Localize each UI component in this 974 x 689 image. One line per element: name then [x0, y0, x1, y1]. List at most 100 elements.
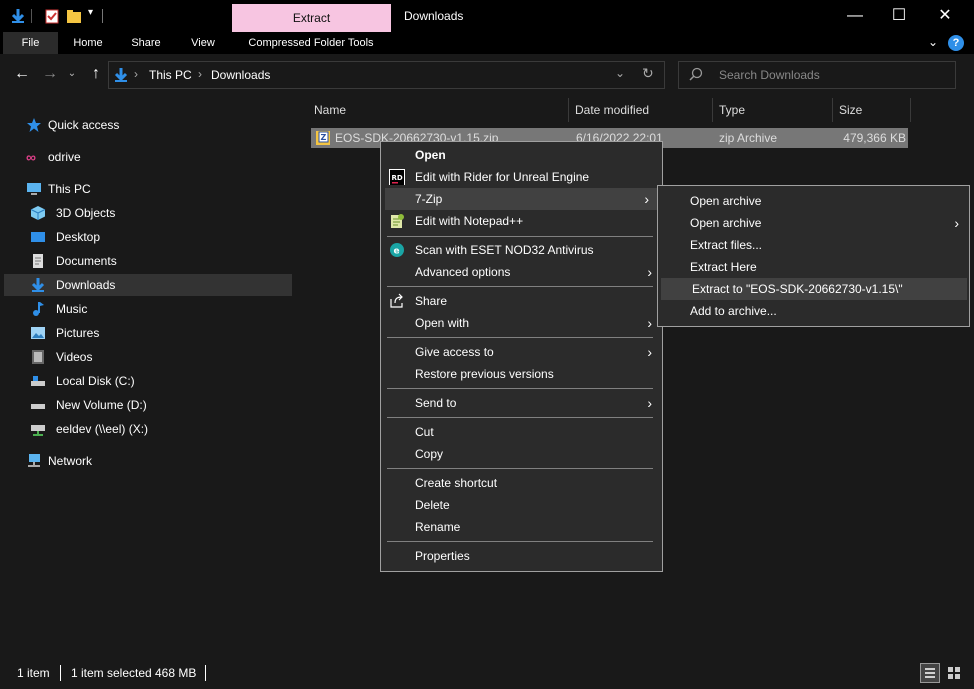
- column-separator[interactable]: [568, 98, 569, 122]
- address-dropdown-icon[interactable]: ⌄: [615, 66, 625, 80]
- properties-icon[interactable]: [44, 8, 60, 24]
- sidebar-item-downloads[interactable]: Downloads: [4, 274, 292, 296]
- breadcrumb-downloads[interactable]: Downloads: [211, 68, 270, 82]
- help-icon[interactable]: ?: [948, 35, 964, 51]
- menu-separator: [387, 417, 653, 418]
- pictures-icon: [30, 325, 46, 341]
- sidebar-item-music[interactable]: Music: [4, 298, 292, 320]
- sidebar-item-local-disk-c[interactable]: Local Disk (C:): [4, 370, 292, 392]
- status-divider: [60, 665, 61, 681]
- menu-item-give-access[interactable]: Give access to ›: [381, 341, 662, 363]
- column-separator[interactable]: [832, 98, 833, 122]
- status-item-count: 1 item: [17, 666, 50, 680]
- menu-item-share[interactable]: Share: [381, 290, 662, 312]
- sidebar-item-network[interactable]: Network: [4, 450, 292, 472]
- back-arrow-icon[interactable]: ←: [12, 64, 32, 84]
- submenu-item-extract-files[interactable]: Extract files...: [658, 234, 969, 256]
- chevron-right-icon: ›: [644, 191, 649, 207]
- column-header-size[interactable]: Size: [839, 100, 862, 120]
- submenu-item-open-archive[interactable]: Open archive: [658, 190, 969, 212]
- tab-view[interactable]: View: [180, 32, 226, 54]
- search-input[interactable]: Search Downloads: [678, 61, 956, 89]
- column-header-date[interactable]: Date modified: [575, 100, 649, 120]
- status-selected: 1 item selected: [71, 666, 152, 680]
- menu-item-edit-with-notepad[interactable]: Edit with Notepad++: [381, 210, 662, 232]
- menu-item-rename[interactable]: Rename: [381, 516, 662, 538]
- details-view-icon[interactable]: [920, 663, 940, 683]
- menu-item-open-with[interactable]: Open with ›: [381, 312, 662, 334]
- menu-item-properties[interactable]: Properties: [381, 545, 662, 567]
- desktop-icon: [30, 229, 46, 245]
- expand-ribbon-icon[interactable]: ⌄: [928, 35, 938, 49]
- downloads-arrow-icon[interactable]: [10, 8, 26, 24]
- status-divider: [205, 665, 206, 681]
- downloads-icon: [113, 67, 129, 83]
- refresh-icon[interactable]: ↻: [642, 65, 654, 82]
- odrive-icon: ∞: [26, 149, 36, 165]
- menu-item-delete[interactable]: Delete: [381, 494, 662, 516]
- address-bar[interactable]: › This PC › Downloads ⌄ ↻: [108, 61, 665, 89]
- submenu-item-add-to-archive[interactable]: Add to archive...: [658, 300, 969, 322]
- qat-divider: [31, 9, 32, 23]
- context-menu: Open RD Edit with Rider for Unreal Engin…: [380, 141, 663, 572]
- menu-item-7zip[interactable]: 7-Zip ›: [385, 188, 659, 210]
- svg-text:Z: Z: [321, 133, 327, 142]
- large-icons-view-icon[interactable]: [944, 663, 964, 683]
- network-drive-icon: [30, 421, 46, 437]
- sidebar-item-3d-objects[interactable]: 3D Objects: [4, 202, 292, 224]
- column-separator[interactable]: [712, 98, 713, 122]
- qat-customize-icon[interactable]: ▾: [88, 7, 93, 18]
- videos-icon: [30, 349, 46, 365]
- title-bar: [0, 0, 974, 32]
- submenu-item-extract-here[interactable]: Extract Here: [658, 256, 969, 278]
- cube-icon: [30, 205, 46, 221]
- forward-arrow-icon[interactable]: →: [40, 64, 60, 84]
- sidebar-item-documents[interactable]: Documents: [4, 250, 292, 272]
- column-header-name[interactable]: Name: [314, 100, 346, 120]
- maximize-button[interactable]: ☐: [876, 0, 922, 32]
- minimize-button[interactable]: —: [832, 0, 878, 32]
- sidebar-item-this-pc[interactable]: This PC: [4, 178, 292, 200]
- menu-item-open[interactable]: Open: [381, 144, 662, 166]
- sidebar-item-pictures[interactable]: Pictures: [4, 322, 292, 344]
- submenu-item-open-archive-more[interactable]: Open archive ›: [658, 212, 969, 234]
- tab-compressed-folder-tools[interactable]: Compressed Folder Tools: [236, 32, 386, 54]
- close-button[interactable]: ✕: [922, 0, 968, 32]
- menu-separator: [387, 541, 653, 542]
- menu-item-copy[interactable]: Copy: [381, 443, 662, 465]
- up-arrow-icon[interactable]: ↑: [86, 64, 106, 84]
- file-size: 479,366 KB: [843, 131, 906, 145]
- tab-home[interactable]: Home: [64, 32, 112, 54]
- sidebar-item-desktop[interactable]: Desktop: [4, 226, 292, 248]
- sidebar-item-odrive[interactable]: ∞ odrive: [4, 146, 292, 168]
- eset-icon: e: [389, 242, 405, 258]
- sidebar-item-videos[interactable]: Videos: [4, 346, 292, 368]
- submenu-item-extract-to[interactable]: Extract to "EOS-SDK-20662730-v1.15\": [661, 278, 967, 300]
- column-header-type[interactable]: Type: [719, 100, 745, 120]
- column-separator[interactable]: [910, 98, 911, 122]
- menu-item-scan-eset[interactable]: e Scan with ESET NOD32 Antivirus: [381, 239, 662, 261]
- new-folder-icon[interactable]: [66, 8, 82, 24]
- tab-extract-context[interactable]: Extract: [232, 4, 391, 32]
- tab-share[interactable]: Share: [122, 32, 170, 54]
- window-title: Downloads: [404, 9, 464, 23]
- menu-item-cut[interactable]: Cut: [381, 421, 662, 443]
- sidebar-item-network-drive-x[interactable]: eeldev (\\eel) (X:): [4, 418, 292, 440]
- breadcrumb-this-pc[interactable]: This PC: [149, 68, 192, 82]
- chevron-right-icon: ›: [647, 344, 652, 360]
- search-placeholder: Search Downloads: [719, 68, 820, 82]
- breadcrumb-separator-icon: ›: [134, 67, 138, 81]
- menu-separator: [387, 337, 653, 338]
- breadcrumb-separator-icon: ›: [198, 67, 202, 81]
- sidebar-item-quick-access[interactable]: Quick access: [4, 114, 292, 136]
- menu-item-create-shortcut[interactable]: Create shortcut: [381, 472, 662, 494]
- menu-item-send-to[interactable]: Send to ›: [381, 392, 662, 414]
- network-icon: [26, 453, 42, 469]
- recent-locations-icon[interactable]: ⌄: [62, 64, 82, 84]
- sidebar-item-new-volume-d[interactable]: New Volume (D:): [4, 394, 292, 416]
- tab-file[interactable]: File: [3, 32, 58, 54]
- computer-icon: [26, 181, 42, 197]
- menu-item-advanced-options[interactable]: Advanced options ›: [381, 261, 662, 283]
- menu-item-edit-with-rider[interactable]: RD Edit with Rider for Unreal Engine: [381, 166, 662, 188]
- menu-item-restore-previous-versions[interactable]: Restore previous versions: [381, 363, 662, 385]
